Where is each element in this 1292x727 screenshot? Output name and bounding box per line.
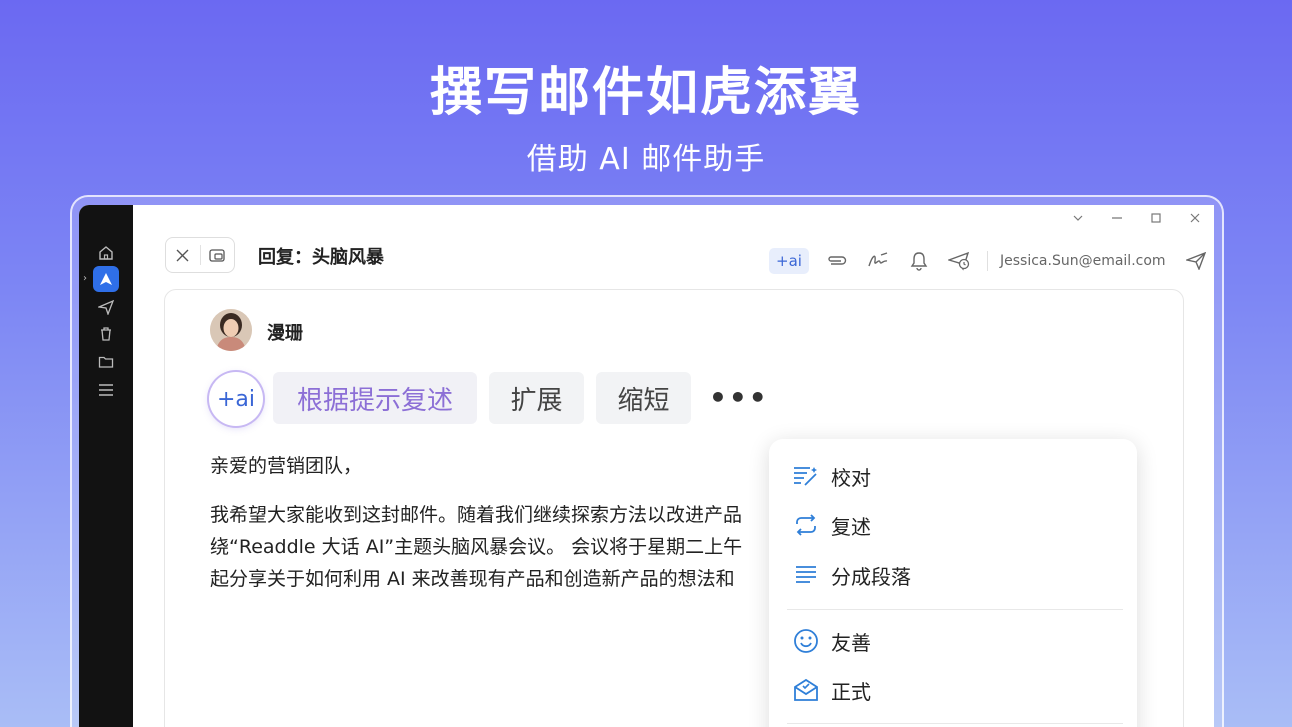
sent-icon[interactable] (94, 295, 118, 319)
more-options-button[interactable]: ••• (709, 381, 769, 414)
window-controls (1058, 205, 1214, 231)
ai-actions-menu: 校对 复述 分成段落 友善 正式 (769, 439, 1137, 727)
menu-item-label: 校对 (831, 465, 871, 490)
menu-item-formal[interactable]: 正式 (791, 672, 871, 708)
compose-window-controls (165, 237, 235, 273)
menu-icon[interactable] (94, 378, 118, 402)
hero-subtitle: 借助 AI 邮件助手 (526, 142, 766, 177)
ai-badge[interactable]: +ai (209, 372, 263, 426)
body-line[interactable]: 亲爱的营销团队， (210, 451, 362, 478)
menu-divider (787, 723, 1123, 724)
menu-divider (787, 609, 1123, 610)
minimize-button[interactable] (1097, 205, 1136, 231)
menu-item-paragraphs[interactable]: 分成段落 (791, 557, 911, 593)
smile-icon (791, 626, 821, 656)
home-icon[interactable] (94, 241, 118, 265)
compose-toolbar: +ai Jessica.Sun@email.com (769, 245, 1214, 277)
proofread-icon (791, 461, 821, 491)
body-line[interactable]: 我希望大家能收到这封邮件。随着我们继续探索方法以改进产品 (210, 500, 742, 527)
divider (987, 251, 988, 271)
folder-icon[interactable] (94, 350, 118, 374)
sender-name: 漫珊 (267, 323, 303, 344)
menu-item-rephrase[interactable]: 复述 (791, 507, 871, 543)
from-account[interactable]: Jessica.Sun@email.com (1000, 253, 1166, 269)
trash-icon[interactable] (94, 322, 118, 346)
body-line[interactable]: 起分享关于如何利用 AI 来改善现有产品和创造新产品的想法和 (210, 564, 735, 591)
send-later-icon[interactable] (946, 247, 974, 275)
compose-icon[interactable] (93, 266, 119, 292)
sidebar: › (79, 205, 133, 727)
hero-title: 撰写邮件如虎添翼 (429, 63, 862, 123)
rephrase-icon (791, 510, 821, 540)
formal-icon (791, 675, 821, 705)
chevron-right-icon: › (83, 273, 87, 284)
popout-icon[interactable] (200, 238, 234, 272)
menu-item-label: 复述 (831, 514, 871, 539)
maximize-button[interactable] (1136, 205, 1175, 231)
menu-item-label: 友善 (831, 630, 871, 655)
body-line[interactable]: 绕“Readdle 大话 AI”主题头脑风暴会议。 会议将于星期二上午 (210, 532, 742, 559)
signature-icon[interactable] (864, 247, 892, 275)
send-icon[interactable] (1182, 247, 1210, 275)
ai-assistant-button[interactable]: +ai (769, 248, 809, 274)
attachment-icon[interactable] (823, 247, 851, 275)
menu-item-label: 分成段落 (831, 564, 911, 589)
close-icon[interactable] (166, 238, 200, 272)
paragraphs-icon (791, 560, 821, 590)
expand-button[interactable]: 扩展 (489, 372, 584, 424)
app-window: › 回复：头脑风暴 +ai Jessica.Sun@email.com 漫珊 +… (79, 205, 1214, 727)
close-window-button[interactable] (1175, 205, 1214, 231)
bell-icon[interactable] (905, 247, 933, 275)
avatar (210, 309, 252, 351)
menu-item-label: 正式 (831, 679, 871, 704)
page-title: 回复：头脑风暴 (258, 247, 384, 268)
menu-item-friendly[interactable]: 友善 (791, 623, 871, 659)
shorten-button[interactable]: 缩短 (596, 372, 691, 424)
rephrase-prompt-button[interactable]: 根据提示复述 (273, 372, 477, 424)
menu-item-proofread[interactable]: 校对 (791, 458, 871, 494)
chevron-down-icon[interactable] (1058, 205, 1097, 231)
